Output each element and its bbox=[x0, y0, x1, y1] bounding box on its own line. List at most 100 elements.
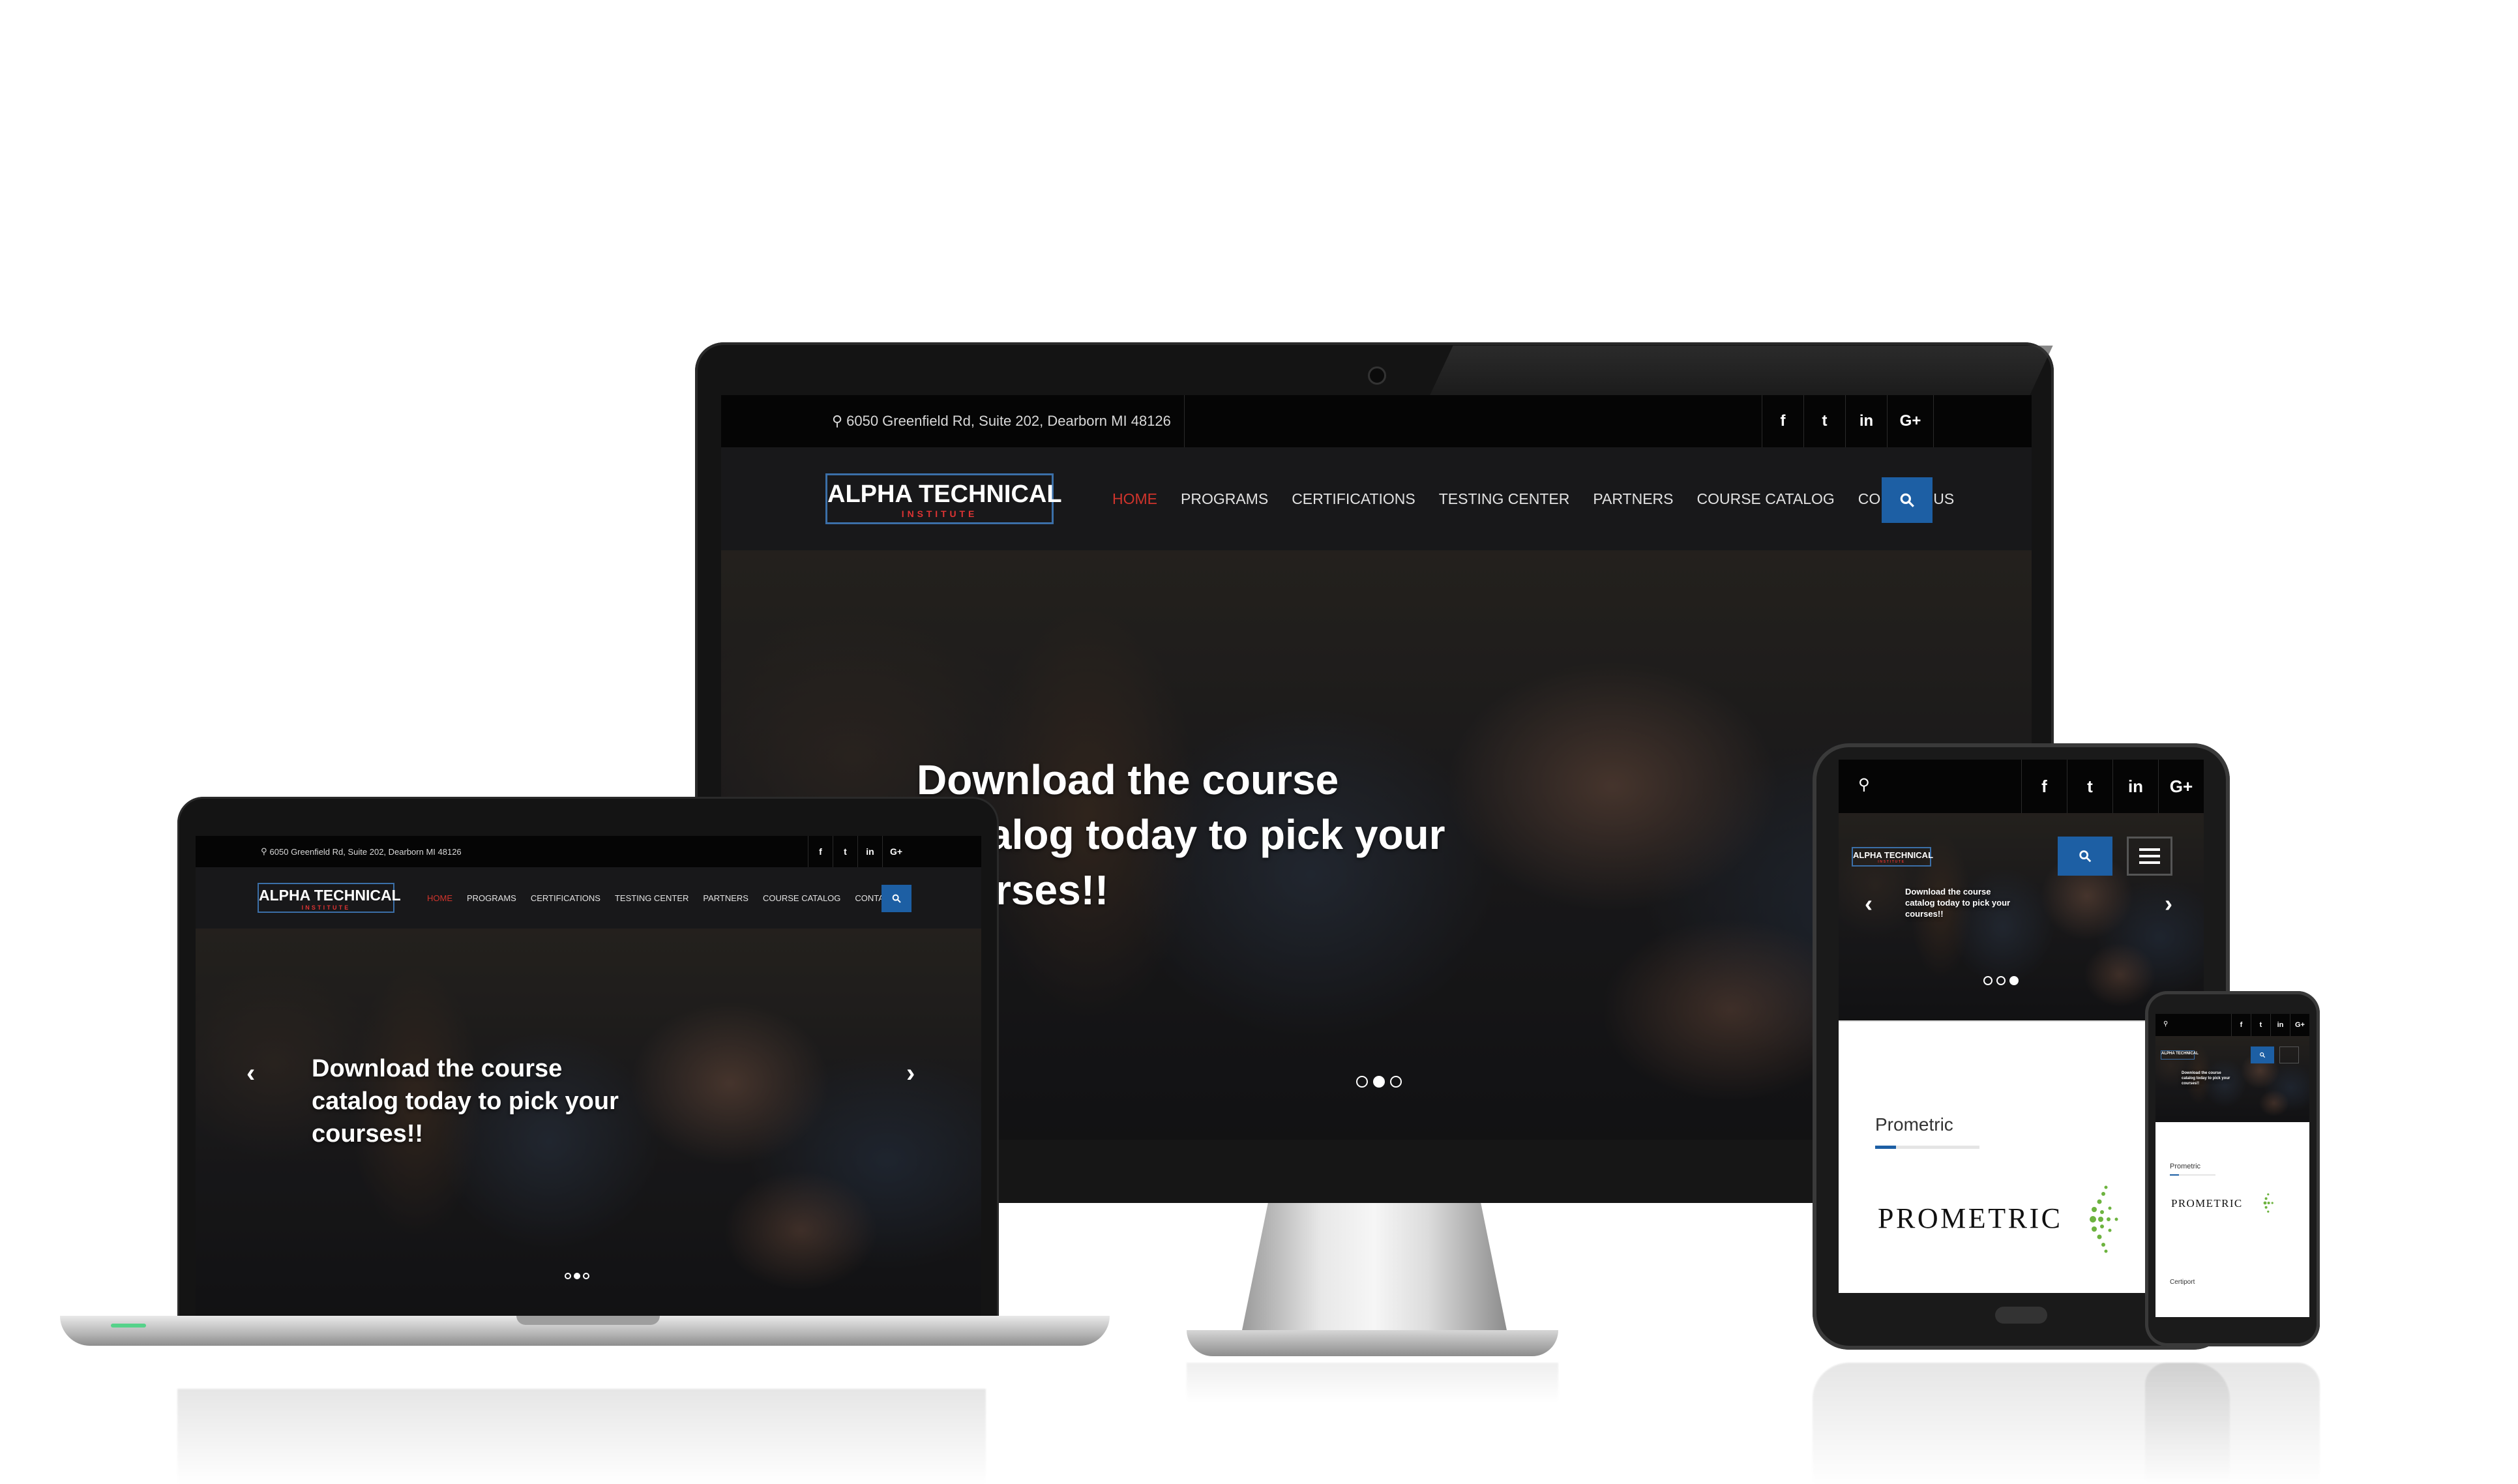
site-logo[interactable]: ALPHA TECHNICAL INSTITUTE bbox=[825, 473, 1062, 524]
linkedin-icon[interactable]: in bbox=[1845, 395, 1887, 447]
second-card-title: Certiport bbox=[2170, 1279, 2195, 1286]
chevron-left-icon[interactable]: ‹ bbox=[246, 1059, 255, 1088]
logo-title: ALPHA TECHNICAL bbox=[259, 887, 401, 904]
nav-certifications[interactable]: CERTIFICATIONS bbox=[1292, 490, 1415, 508]
monitor-stand bbox=[1241, 1203, 1507, 1333]
nav-home[interactable]: HOME bbox=[1112, 490, 1157, 508]
monitor-gloss bbox=[1429, 346, 2053, 398]
hamburger-menu-icon[interactable] bbox=[2127, 837, 2172, 876]
map-marker-icon: ⚲ bbox=[1858, 776, 1870, 794]
logo-title: ALPHA TECHNICAL bbox=[1853, 850, 1934, 860]
phone-reflection bbox=[2145, 1363, 2320, 1484]
search-icon bbox=[1900, 493, 1914, 507]
hamburger-menu-icon[interactable] bbox=[2279, 1046, 2299, 1063]
slider-dot[interactable] bbox=[1390, 1076, 1402, 1088]
logo-title: ALPHA TECHNICAL bbox=[2161, 1052, 2199, 1056]
partner-card-title: Prometric bbox=[2170, 1163, 2201, 1170]
site-logo[interactable]: ALPHA TECHNICAL bbox=[2161, 1050, 2199, 1060]
twitter-icon[interactable]: t bbox=[833, 836, 857, 867]
laptop-screen: ⚲ 6050 Greenfield Rd, Suite 202, Dearbor… bbox=[196, 836, 981, 1316]
search-button[interactable] bbox=[1882, 477, 1933, 523]
slider-dot[interactable] bbox=[565, 1273, 571, 1279]
slider-dot-active[interactable] bbox=[2009, 976, 2019, 985]
nav-menu: HOME PROGRAMS CERTIFICATIONS TESTING CEN… bbox=[427, 867, 910, 928]
monitor-camera bbox=[1368, 366, 1386, 385]
slider-dot[interactable] bbox=[1356, 1076, 1368, 1088]
google-plus-icon[interactable]: G+ bbox=[1887, 395, 1934, 447]
address-text: 6050 Greenfield Rd, Suite 202, Dearborn … bbox=[269, 846, 462, 857]
nav-course-catalog[interactable]: COURSE CATALOG bbox=[1697, 490, 1835, 508]
slider-dot[interactable] bbox=[1983, 976, 1992, 985]
nav-programs[interactable]: PROGRAMS bbox=[467, 893, 516, 903]
nav-partners[interactable]: PARTNERS bbox=[703, 893, 748, 903]
search-icon bbox=[2079, 850, 2092, 863]
nav-certifications[interactable]: CERTIFICATIONS bbox=[531, 893, 600, 903]
facebook-icon[interactable]: f bbox=[2021, 760, 2067, 813]
hero-headline: Download the course catalog today to pic… bbox=[2182, 1071, 2230, 1086]
monitor-base-reflection bbox=[1187, 1363, 1558, 1402]
nav-course-catalog[interactable]: COURSE CATALOG bbox=[763, 893, 840, 903]
social-links: f t in G+ bbox=[2021, 760, 2204, 813]
chevron-left-icon[interactable]: ‹ bbox=[1865, 890, 1873, 917]
logo-subtitle: INSTITUTE bbox=[301, 904, 351, 911]
site-logo[interactable]: ALPHA TECHNICAL INSTITUTE bbox=[258, 883, 401, 913]
partner-card-title: Prometric bbox=[1875, 1114, 1953, 1135]
hero-slider: ALPHA TECHNICAL Download the course cata… bbox=[2155, 1036, 2309, 1122]
address: ⚲ 6050 Greenfield Rd, Suite 202, Dearbor… bbox=[832, 395, 1185, 447]
nav-menu: HOME PROGRAMS CERTIFICATIONS TESTING CEN… bbox=[1112, 447, 1954, 550]
search-button[interactable] bbox=[2058, 837, 2112, 876]
search-icon bbox=[892, 894, 901, 903]
top-bar: ⚲ f t in G+ bbox=[2155, 1014, 2309, 1036]
partner-card: Prometric PROMETRIC Certiport bbox=[2155, 1122, 2309, 1317]
nav-testing-center[interactable]: TESTING CENTER bbox=[1439, 490, 1570, 508]
prometric-logo: PROMETRIC bbox=[1878, 1202, 2063, 1234]
twitter-icon[interactable]: t bbox=[2251, 1014, 2270, 1036]
chevron-right-icon[interactable]: › bbox=[2165, 890, 2172, 917]
chevron-right-icon[interactable]: › bbox=[906, 1059, 915, 1088]
tablet-home-button[interactable] bbox=[1995, 1307, 2047, 1324]
map-marker-icon: ⚲ bbox=[2163, 1020, 2169, 1028]
top-bar: ⚲ f t in G+ bbox=[1839, 760, 2204, 813]
laptop-reflection bbox=[177, 1389, 986, 1484]
social-links: f t in G+ bbox=[1762, 395, 1934, 447]
title-underline bbox=[1875, 1146, 1979, 1149]
facebook-icon[interactable]: f bbox=[1762, 395, 1803, 447]
social-links: f t in G+ bbox=[2231, 1014, 2309, 1036]
slider-dot[interactable] bbox=[1996, 976, 2006, 985]
map-marker-icon: ⚲ bbox=[832, 413, 843, 429]
laptop-notch bbox=[516, 1316, 660, 1325]
laptop-indicator bbox=[111, 1324, 146, 1328]
address: ⚲ 6050 Greenfield Rd, Suite 202, Dearbor… bbox=[261, 836, 462, 867]
facebook-icon[interactable]: f bbox=[808, 836, 833, 867]
linkedin-icon[interactable]: in bbox=[2112, 760, 2158, 813]
facebook-icon[interactable]: f bbox=[2231, 1014, 2251, 1036]
social-links: f t in G+ bbox=[808, 836, 910, 867]
main-nav: ALPHA TECHNICAL INSTITUTE HOME PROGRAMS … bbox=[196, 867, 981, 928]
hero-headline: Download the course catalog today to pic… bbox=[1905, 887, 2011, 919]
monitor-stand-base bbox=[1187, 1330, 1558, 1356]
search-button[interactable] bbox=[881, 885, 911, 912]
slider-dot[interactable] bbox=[583, 1273, 589, 1279]
logo-subtitle: INSTITUTE bbox=[1878, 860, 1905, 864]
top-bar: ⚲ 6050 Greenfield Rd, Suite 202, Dearbor… bbox=[721, 395, 2032, 447]
phone-screen: ⚲ f t in G+ ALPHA TECHNICAL Download the… bbox=[2155, 1014, 2309, 1317]
site-logo[interactable]: ALPHA TECHNICAL INSTITUTE bbox=[1852, 847, 1934, 867]
nav-testing-center[interactable]: TESTING CENTER bbox=[615, 893, 689, 903]
twitter-icon[interactable]: t bbox=[1803, 395, 1845, 447]
google-plus-icon[interactable]: G+ bbox=[882, 836, 910, 867]
google-plus-icon[interactable]: G+ bbox=[2290, 1014, 2309, 1036]
nav-partners[interactable]: PARTNERS bbox=[1593, 490, 1673, 508]
slider-dot-active[interactable] bbox=[574, 1273, 580, 1279]
google-plus-icon[interactable]: G+ bbox=[2158, 760, 2204, 813]
address-text: 6050 Greenfield Rd, Suite 202, Dearborn … bbox=[846, 413, 1171, 429]
twitter-icon[interactable]: t bbox=[2067, 760, 2112, 813]
slider-dot-active[interactable] bbox=[1373, 1076, 1385, 1088]
title-underline bbox=[2170, 1174, 2215, 1176]
nav-programs[interactable]: PROGRAMS bbox=[1181, 490, 1268, 508]
search-button[interactable] bbox=[2251, 1046, 2274, 1063]
linkedin-icon[interactable]: in bbox=[2270, 1014, 2290, 1036]
linkedin-icon[interactable]: in bbox=[857, 836, 882, 867]
nav-home[interactable]: HOME bbox=[427, 893, 452, 903]
hero-slider: ALPHA TECHNICAL INSTITUTE ‹ › Download t… bbox=[1839, 813, 2204, 1020]
main-nav: ALPHA TECHNICAL INSTITUTE HOME PROGRAMS … bbox=[721, 447, 2032, 550]
